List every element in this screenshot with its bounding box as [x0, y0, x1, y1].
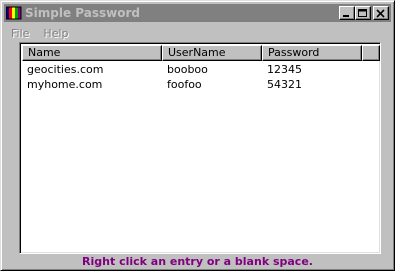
column-header-password[interactable]: Password [262, 45, 362, 61]
entry-password: 12345 [267, 63, 302, 76]
title-buttons [339, 6, 389, 20]
column-header-username[interactable]: UserName [162, 45, 262, 61]
close-icon [376, 9, 385, 18]
status-hint: Right click an entry or a blank space. [82, 255, 313, 268]
menu-help[interactable]: Help [36, 27, 75, 40]
list-rows: geocities.com booboo 12345 myhome.com fo… [22, 62, 362, 92]
password-list[interactable]: Name UserName Password geocities.com boo… [19, 42, 381, 254]
maximize-button[interactable] [355, 6, 371, 20]
menu-file[interactable]: File [4, 27, 36, 40]
menu-bar: File Help [4, 24, 76, 42]
window-title: Simple Password [25, 6, 140, 20]
list-item[interactable]: geocities.com booboo 12345 [22, 62, 362, 77]
entry-username: foofoo [167, 78, 202, 91]
entry-name: geocities.com [27, 63, 104, 76]
entry-name: myhome.com [27, 78, 103, 91]
minimize-icon [343, 15, 349, 17]
entry-password: 54321 [267, 78, 302, 91]
list-header: Name UserName Password [22, 45, 380, 61]
title-bar[interactable]: Simple Password [4, 4, 391, 22]
column-header-name[interactable]: Name [22, 45, 162, 61]
minimize-button[interactable] [339, 6, 355, 20]
entry-username: booboo [167, 63, 208, 76]
close-button[interactable] [373, 6, 389, 20]
app-window: Simple Password File Help Name UserName … [0, 0, 395, 271]
maximize-icon [358, 9, 367, 17]
column-header-blank[interactable] [362, 45, 380, 61]
list-item[interactable]: myhome.com foofoo 54321 [22, 77, 362, 92]
app-icon[interactable] [5, 6, 22, 20]
